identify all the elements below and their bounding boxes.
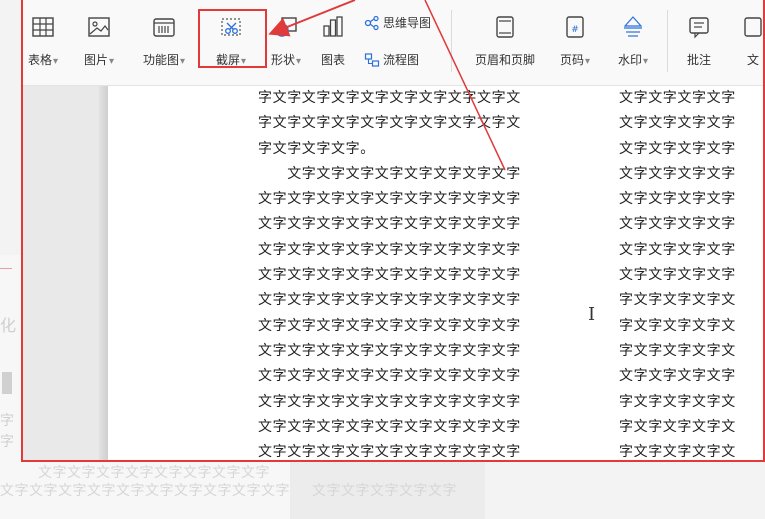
document-text-line[interactable]: 字文字文字文字文字文字文字文字文字文 [258,86,521,111]
document-text-line[interactable]: 字文字文字文字文 [619,390,736,415]
chevron-down-icon: ▾ [179,56,186,67]
comment-button[interactable]: 批注 [675,0,723,80]
document-text-line[interactable]: 文字文字文字文字文字文字文字文字文字 [258,238,521,263]
screenshot-button-highlight [198,9,267,68]
comment-icon [689,17,709,39]
mindmap-button[interactable]: 思维导图 [364,14,431,31]
mindmap-label: 思维导图 [383,16,432,30]
insert-ribbon: 表格▾ 图片▾ 功能图▾ 截屏▾ 形状▾ 图表 思维导图 流程图 页眉和页脚 #… [21,0,765,86]
chevron-down-icon: ▾ [584,56,591,67]
bar-chart-icon [323,16,343,37]
document-text-line[interactable]: 文字文字文字文字 [619,111,736,136]
document-page-shadow [99,86,108,462]
document-text-line[interactable]: 文字文字文字文字文字文字文字文字文字 [258,314,521,339]
image-label: 图片 [83,53,108,67]
background-side-text: 字 [0,434,14,450]
comment-label: 批注 [686,53,711,67]
header-footer-button[interactable]: 页眉和页脚 [467,0,543,80]
chart-button[interactable]: 图表 [313,0,353,80]
background-side-block [2,372,12,394]
header-footer-label: 页眉和页脚 [474,53,535,67]
flowchart-button[interactable]: 流程图 [364,51,419,68]
table-label: 表格 [27,53,52,67]
document-text-line[interactable]: 字文字文字文字文 [619,415,736,440]
background-side-text: 字 [0,413,14,429]
table-icon [32,17,54,37]
document-text-line[interactable]: 字文字文字文字文 [619,339,736,364]
document-text-column-right[interactable]: 文字文字文字文字 文字文字文字文字 文字文字文字文字 文字文字文字文字 文字文字文字文字… [619,86,736,462]
function-chart-label: 功能图 [142,53,179,67]
text-box-button[interactable]: 文 [733,0,765,80]
chevron-down-icon: ▾ [642,56,649,67]
document-gutter [21,86,108,462]
document-text-line[interactable]: 文字文字文字文字 [619,137,736,162]
shape-label: 形状 [270,53,295,67]
background-mark [0,268,12,269]
page-number-button[interactable]: # 页码▾ [549,0,601,80]
header-footer-icon [496,16,514,38]
document-text-line[interactable]: 文字文字文字文字文字文字文字文字文字 [258,263,521,288]
svg-text:#: # [571,25,579,35]
document-text-line[interactable]: 文字文字文字文字 [619,162,736,187]
document-text-line[interactable]: 文字文字文字文字文字文字文字文字文字 [258,390,521,415]
background-side-text: 化 [0,316,17,335]
document-text-line[interactable]: 文字文字文字文字文字文字文字文字文字 [258,187,521,212]
function-chart-icon [153,18,175,37]
document-text-line[interactable]: 文字文字文字文字文字文字文字文字文字 [258,440,521,462]
document-text-line[interactable]: 文字文字文字文字 [619,86,736,111]
document-text-line[interactable]: 字文字文字文字文 [619,440,736,462]
document-text-line[interactable]: 字文字文字文字。 [258,137,521,162]
chevron-down-icon: ▾ [52,56,59,67]
chevron-down-icon: ▾ [295,56,302,67]
document-text-line[interactable]: 字文字文字文字文 [619,314,736,339]
shape-icon [275,17,297,37]
table-button[interactable]: 表格▾ [21,0,65,80]
document-text-line[interactable]: 字文字文字文字文字文字文字文字文字文 [258,111,521,136]
document-text-line[interactable]: 文字文字文字文字文字文字文字文字 [258,162,521,187]
background-text-line: 文字文字文字文字文字 [312,483,457,499]
ribbon-divider [451,10,452,72]
image-button[interactable]: 图片▾ [77,0,121,80]
page-number-label: 页码 [559,53,584,67]
document-text-line[interactable]: 文字文字文字文字文字文字文字文字文字 [258,288,521,313]
ribbon-divider [667,10,668,72]
text-box-icon [744,17,762,37]
document-text-column-left[interactable]: 字文字文字文字文字文字文字文字文字文 字文字文字文字文字文字文字文字文字文 字文字文… [258,86,521,462]
image-icon [88,17,110,37]
background-text-line: 文字文字文字文字文字文字文字文字文字文字 [0,483,290,499]
background-text-line: 文字文字文字文字文字文字文字文字 [38,465,270,481]
document-text-line[interactable]: 文字文字文字文字文字文字文字文字文字 [258,212,521,237]
flowchart-icon [364,52,380,67]
shape-button[interactable]: 形状▾ [261,0,311,80]
flowchart-label: 流程图 [383,53,420,67]
watermark-button[interactable]: 水印▾ [607,0,659,80]
mindmap-icon [364,15,379,30]
document-text-line[interactable]: 文字文字文字文字 [619,212,736,237]
watermark-icon [623,16,643,37]
text-box-label: 文 [746,53,759,67]
document-text-line[interactable]: 文字文字文字文字 [619,263,736,288]
document-text-line[interactable]: 字文字文字文字文 [619,288,736,313]
screenshot-capture-region: 表格▾ 图片▾ 功能图▾ 截屏▾ 形状▾ 图表 思维导图 流程图 页眉和页脚 #… [21,0,765,462]
chevron-down-icon: ▾ [108,56,115,67]
text-cursor-icon: I [588,304,596,325]
watermark-label: 水印 [617,53,642,67]
function-chart-button[interactable]: 功能图▾ [135,0,193,80]
document-text-line[interactable]: 文字文字文字文字 [619,187,736,212]
document-text-line[interactable]: 文字文字文字文字文字文字文字文字文字 [258,339,521,364]
document-text-line[interactable]: 文字文字文字文字文字文字文字文字文字 [258,415,521,440]
chart-label: 图表 [320,53,345,67]
document-text-line[interactable]: 文字文字文字文字 [619,238,736,263]
page-number-icon: # [566,16,584,38]
document-text-line[interactable]: 文字文字文字文字文字文字文字文字文字 [258,364,521,389]
document-text-line[interactable]: 文字文字文字文字 [619,364,736,389]
